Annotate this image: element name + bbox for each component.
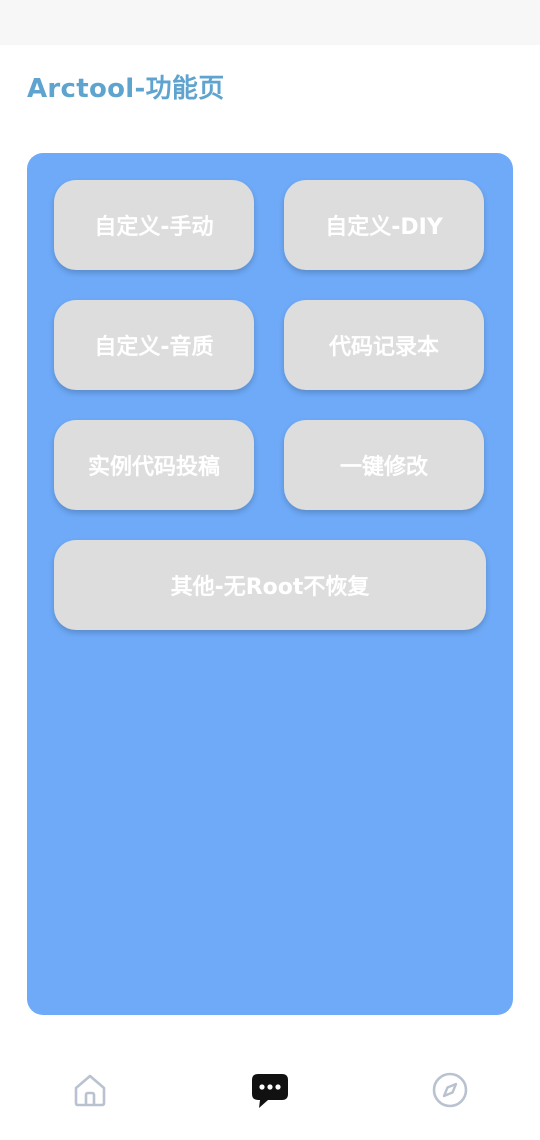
custom-diy-button[interactable]: 自定义-DIY	[284, 180, 484, 270]
other-no-root-button[interactable]: 其他-无Root不恢复	[54, 540, 486, 630]
code-notebook-button[interactable]: 代码记录本	[284, 300, 484, 390]
bottom-navigation	[0, 1045, 540, 1140]
custom-manual-button[interactable]: 自定义-手动	[54, 180, 254, 270]
home-icon	[74, 1074, 106, 1107]
example-code-submit-button[interactable]: 实例代码投稿	[54, 420, 254, 510]
nav-discover-tab[interactable]	[410, 1045, 490, 1135]
page-title: Arctool-功能页	[27, 74, 225, 104]
chat-bubble-icon	[252, 1074, 288, 1108]
status-bar	[0, 0, 540, 45]
nav-home-tab[interactable]	[50, 1045, 130, 1135]
nav-messages-tab[interactable]	[230, 1045, 310, 1135]
function-panel: 自定义-手动 自定义-DIY 自定义-音质 代码记录本 实例代码投稿 一键修改 …	[27, 153, 513, 1015]
one-click-modify-button[interactable]: 一键修改	[284, 420, 484, 510]
custom-sound-quality-button[interactable]: 自定义-音质	[54, 300, 254, 390]
compass-icon	[432, 1072, 468, 1108]
